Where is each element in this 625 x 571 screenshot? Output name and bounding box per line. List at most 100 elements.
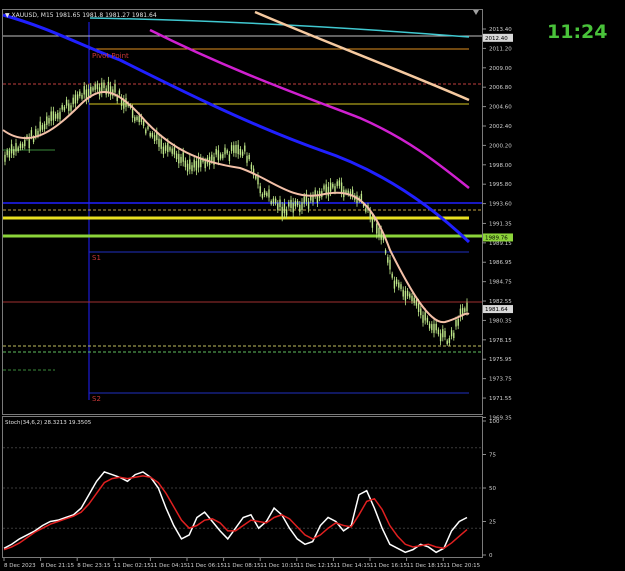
candle-body <box>288 202 290 207</box>
candle-body <box>164 145 167 151</box>
candle-body <box>114 83 116 93</box>
time-tick-label: 11 Dec 20:15 <box>443 563 480 569</box>
candle-body <box>332 183 334 188</box>
candle-body <box>464 308 466 312</box>
candle-body <box>327 186 330 197</box>
candle-body <box>338 180 341 186</box>
candle-body <box>453 332 455 339</box>
candle-body <box>182 152 184 162</box>
candle-body <box>211 154 213 161</box>
candle-body <box>61 105 63 110</box>
peach-ma-line <box>254 10 470 102</box>
price-axis[interactable]: 2013.40 2011.20 2009.00 2006.80 2004.60 2002.… <box>482 27 513 421</box>
candle-body <box>83 86 85 95</box>
candle-body <box>281 206 283 217</box>
pivot-point-label: Pivot Point <box>92 52 129 60</box>
candle-body <box>274 198 277 204</box>
candle-body <box>191 165 193 172</box>
stoch-header: Stoch(34,6,2) 28.3213 19.3505 <box>5 420 92 426</box>
candle-body <box>65 99 68 106</box>
candle-body <box>266 192 268 196</box>
candle-body <box>219 154 222 159</box>
candle-body <box>244 145 246 152</box>
price-tick-label: 1982.55 <box>489 299 512 305</box>
candle-body <box>57 112 59 119</box>
candle-body <box>167 142 169 153</box>
time-tick-label: 11 Dec 12:15 <box>297 563 334 569</box>
candle-body <box>329 182 332 192</box>
candle-body <box>259 186 261 194</box>
time-tick-label: 11 Dec 04:15 <box>150 563 187 569</box>
candle-body <box>184 160 187 168</box>
candle-body <box>413 297 415 303</box>
price-tick-label: 2002.40 <box>489 124 512 130</box>
candle-body <box>4 154 6 162</box>
candle-body <box>257 176 259 185</box>
candle-body <box>28 138 30 149</box>
candle-body <box>59 111 61 120</box>
candle-body <box>197 157 200 168</box>
candle-body <box>15 143 17 152</box>
candle-body <box>50 111 52 121</box>
candle-body <box>52 111 55 121</box>
candle-body <box>415 299 418 306</box>
candle-body <box>153 135 156 142</box>
candle-body <box>409 293 411 298</box>
candle-body <box>173 147 176 155</box>
candle-body <box>417 303 420 312</box>
s1-label: S1 <box>92 254 101 262</box>
candle-body <box>48 118 50 124</box>
candle-body <box>292 202 294 213</box>
candle-body <box>437 329 440 335</box>
candle-body <box>371 218 374 228</box>
candle-body <box>195 161 198 171</box>
candle-body <box>158 138 160 147</box>
stoch-axis: 100 75 50 25 0 <box>482 419 500 559</box>
candle-body <box>457 318 459 326</box>
candle-body <box>224 147 226 155</box>
candle-body <box>233 145 235 153</box>
candle-body <box>169 147 171 151</box>
candle-body <box>435 323 437 331</box>
candle-body <box>54 114 57 119</box>
trading-chart[interactable]: 2013.40 2011.20 2009.00 2006.80 2004.60 2002.… <box>0 0 625 571</box>
candle-body <box>147 126 149 130</box>
candle-body <box>455 320 457 327</box>
level-lines <box>3 22 482 400</box>
price-tick-label: 1973.75 <box>489 377 512 383</box>
candle-body <box>193 159 195 168</box>
candle-body <box>72 97 74 105</box>
chart-shift-icon[interactable] <box>473 10 479 15</box>
candle-body <box>90 86 92 95</box>
candle-body <box>272 198 275 204</box>
price-tick-label: 2009.00 <box>489 66 512 72</box>
candle-body <box>299 204 301 212</box>
candle-body <box>263 190 266 196</box>
s2-label: S2 <box>92 395 101 403</box>
stoch-panel-frame <box>2 416 483 558</box>
candle-body <box>442 329 444 338</box>
candle-body <box>391 273 393 278</box>
candle-body <box>230 145 233 151</box>
candle-body <box>204 161 206 169</box>
candle-body <box>283 203 286 214</box>
time-axis[interactable]: 8 Dec 2023 8 Dec 21:15 8 Dec 23:15 11 Dec 0… <box>3 558 481 569</box>
candle-body <box>21 143 24 148</box>
candle-body <box>92 87 94 91</box>
candle-body <box>450 330 453 337</box>
stoch-tick-label: 0 <box>489 553 493 559</box>
candle-body <box>398 282 400 288</box>
candle-body <box>107 81 110 92</box>
magenta-ma-line <box>149 28 470 189</box>
candle-body <box>250 164 253 170</box>
candle-body <box>466 302 468 312</box>
candle-body <box>103 82 105 89</box>
candle-body <box>35 129 37 137</box>
candle-body <box>178 154 180 164</box>
candle-body <box>431 324 433 331</box>
candle-body <box>296 201 299 206</box>
stoch-tick-label: 25 <box>489 520 496 526</box>
candle-body <box>237 144 239 155</box>
price-tick-label: 1986.95 <box>489 260 512 266</box>
candle-body <box>395 279 398 285</box>
